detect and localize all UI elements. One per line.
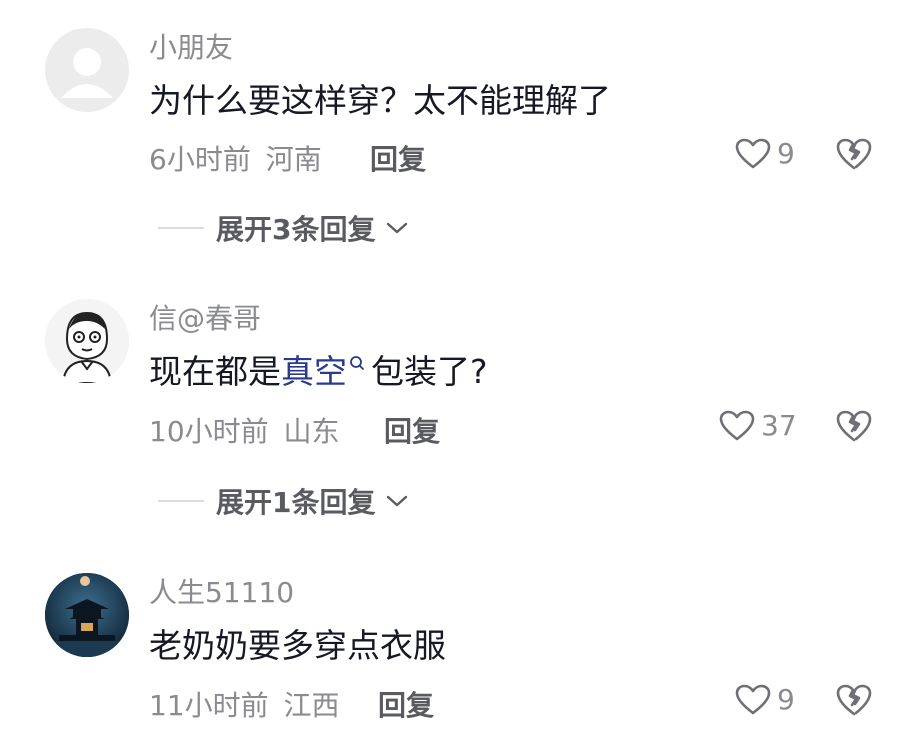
comment-text: 老奶奶要多穿点衣服 [149,626,446,665]
username[interactable]: 人生51110 [149,571,294,611]
expand-replies-label: 展开1条回复 [216,486,376,519]
avatar[interactable] [45,28,129,112]
heart-outline-icon [735,684,771,714]
avatar[interactable] [45,573,129,657]
comment-text-before: 现在都是 [149,352,281,391]
dislike-button[interactable] [835,683,873,721]
timestamp: 10小时前 [149,415,269,448]
cartoon-avatar-icon [45,299,129,383]
like-button[interactable]: 9 [735,683,795,716]
location: 江西 [283,689,340,722]
avatar[interactable] [45,299,129,383]
comment-text: 为什么要这样穿？太不能理解了 [149,81,611,120]
heart-outline-icon [735,138,771,168]
comment-text: 现在都是真空 包装了? [149,345,488,393]
location: 山东 [283,415,340,448]
comment-text-after: 包装了? [371,352,488,391]
like-button[interactable]: 9 [735,137,795,170]
chevron-down-icon [387,222,408,234]
expand-replies-button[interactable]: 展开3条回复 [158,208,409,248]
dislike-button[interactable] [835,137,873,175]
broken-heart-icon [836,684,872,716]
expand-replies-button[interactable]: 展开1条回复 [158,481,409,521]
reply-button[interactable]: 回复 [384,410,440,450]
expand-replies-label: 展开3条回复 [216,213,376,246]
default-avatar-icon [61,48,113,98]
location: 河南 [265,143,322,176]
divider-line [158,500,204,502]
night-pavilion-avatar-icon [45,573,129,657]
like-count: 9 [777,683,795,716]
dislike-button[interactable] [835,409,873,447]
search-mini-icon[interactable] [349,355,365,371]
divider-line [158,227,204,229]
comment-meta: 6小时前 河南 [149,138,322,178]
broken-heart-icon [836,138,872,170]
chevron-down-icon [387,495,408,507]
comment-meta: 11小时前 江西 [149,684,340,724]
search-keyword-link[interactable]: 真空 [281,352,347,391]
like-button[interactable]: 37 [719,409,797,442]
timestamp: 11小时前 [149,689,269,722]
like-count: 37 [761,409,797,442]
reply-button[interactable]: 回复 [378,684,434,724]
timestamp: 6小时前 [149,143,251,176]
username[interactable]: 小朋友 [149,26,233,66]
like-count: 9 [777,137,795,170]
heart-outline-icon [719,410,755,440]
reply-button[interactable]: 回复 [370,138,426,178]
comment-meta: 10小时前 山东 [149,410,340,450]
username[interactable]: 信@春哥 [149,297,261,337]
broken-heart-icon [836,410,872,442]
